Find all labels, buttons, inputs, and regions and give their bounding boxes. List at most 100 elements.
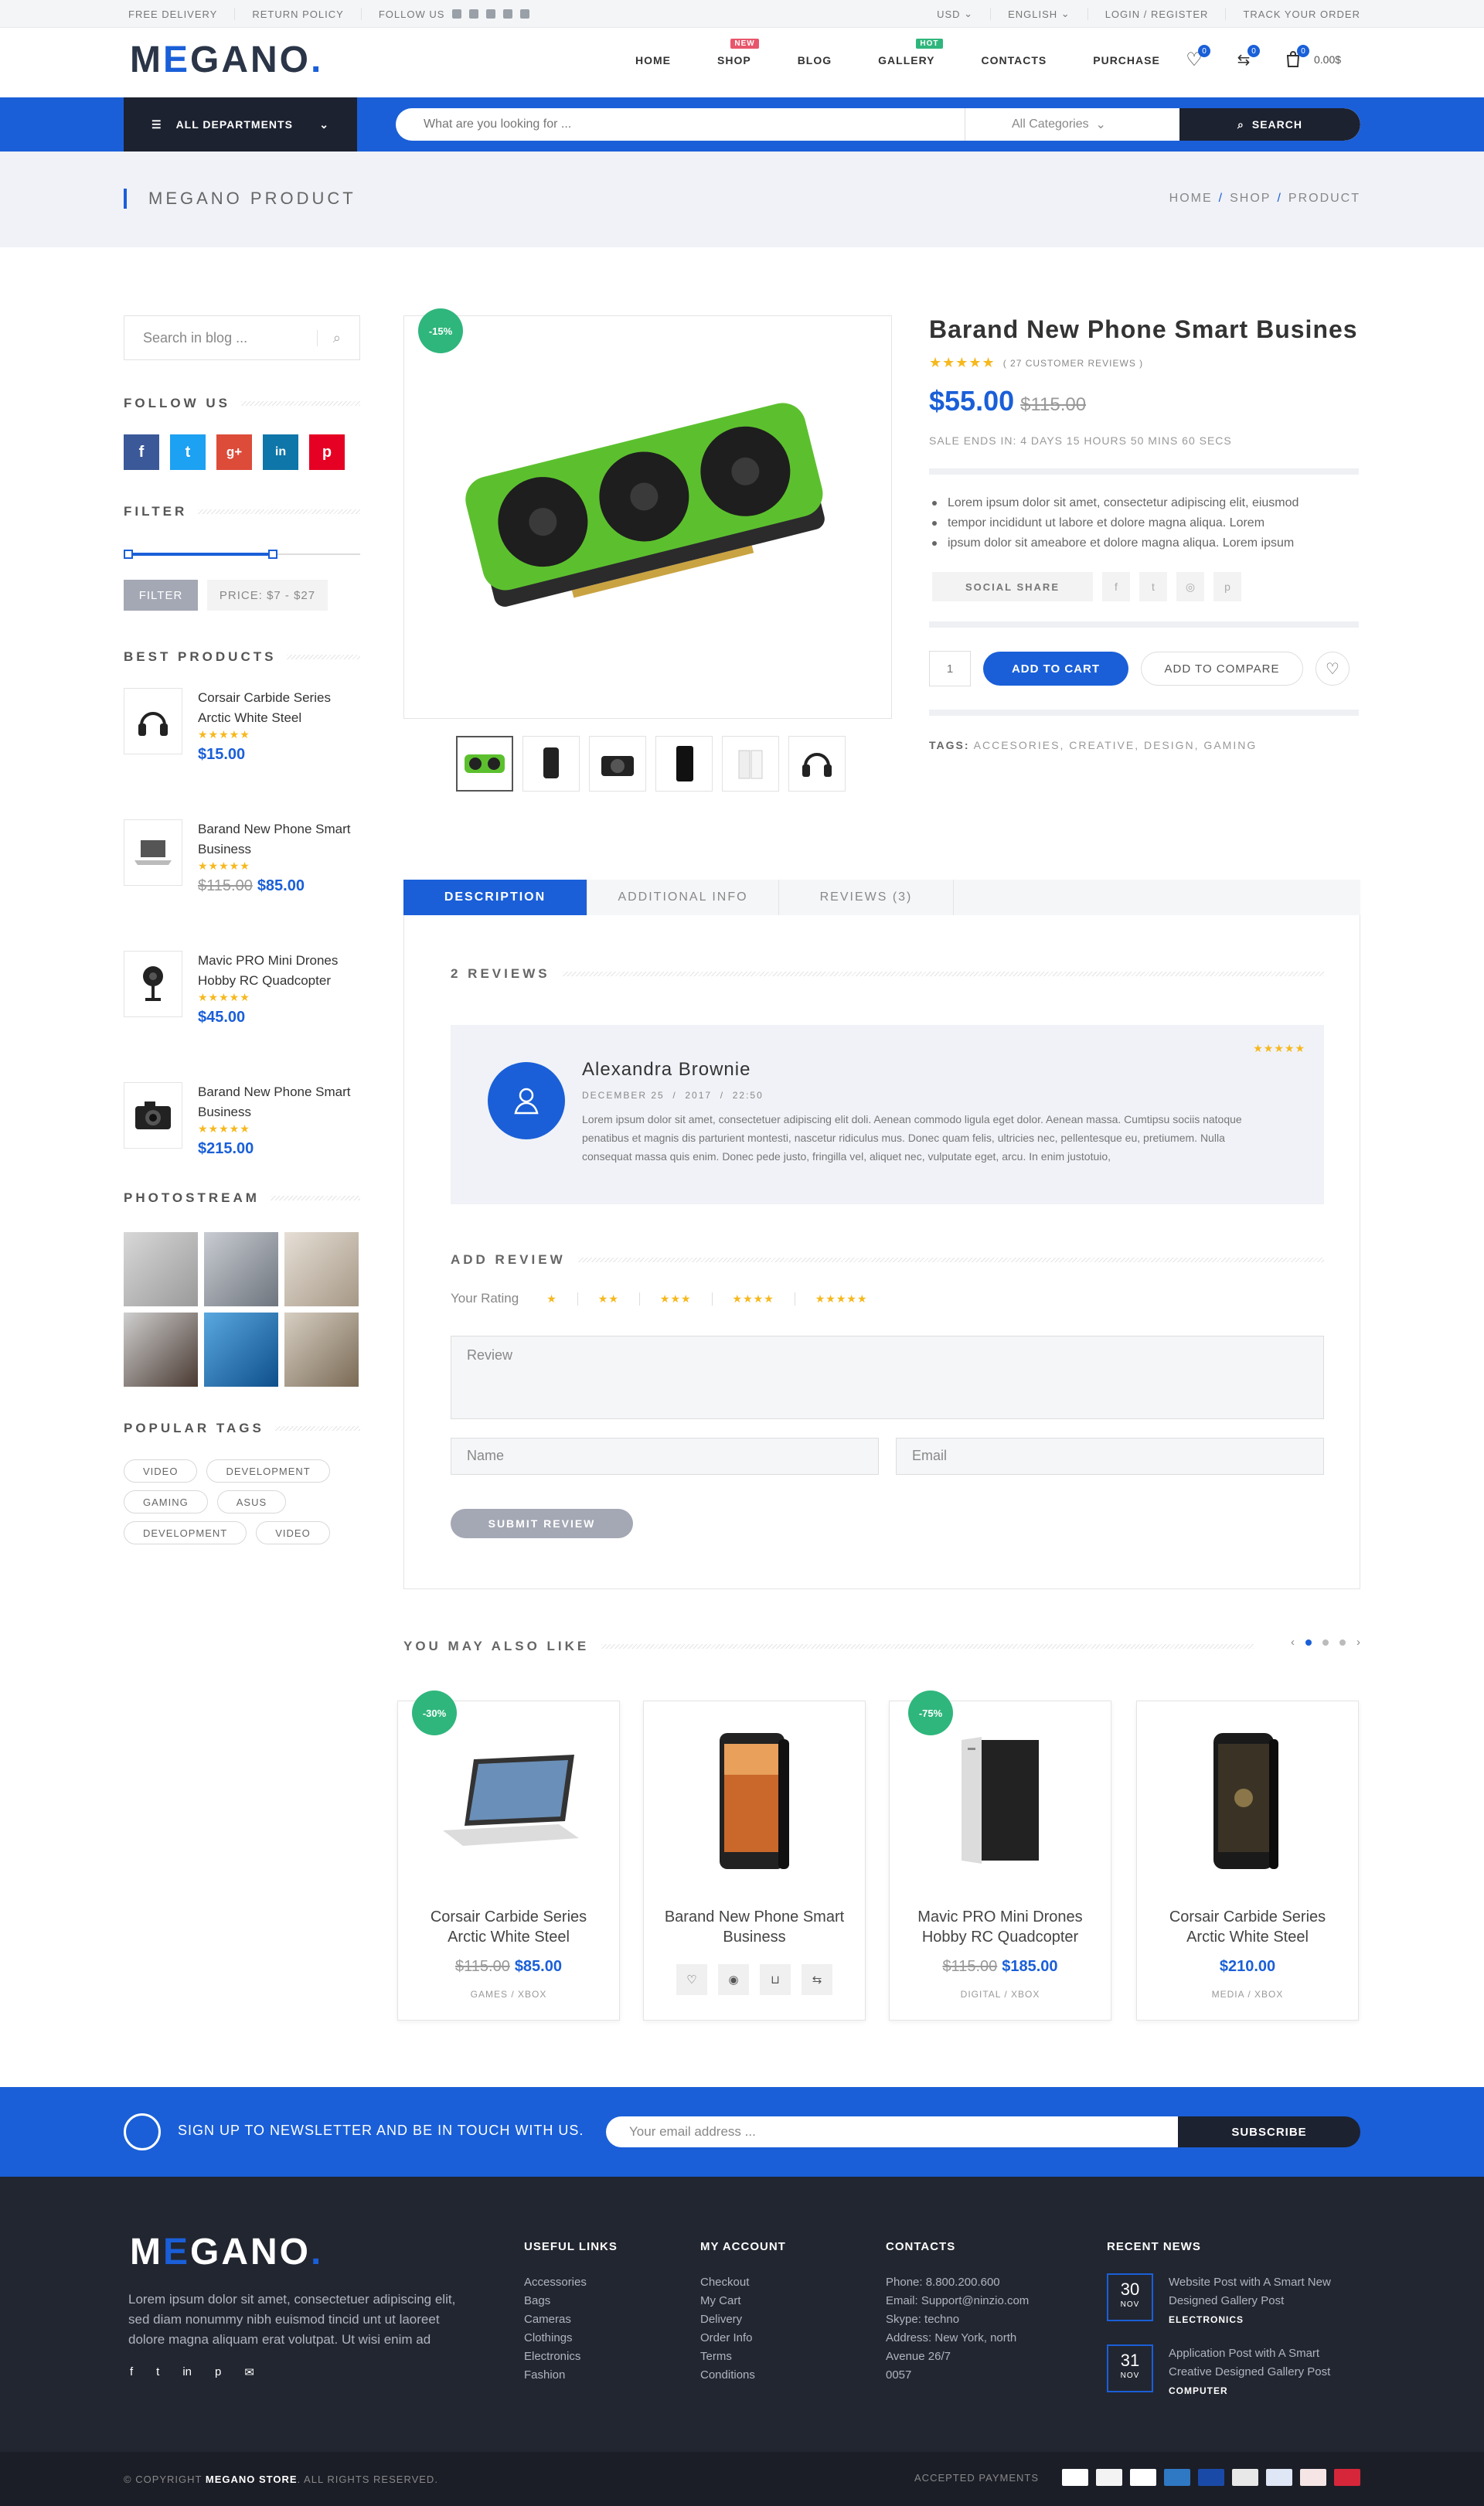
footer-link[interactable]: Terms xyxy=(700,2348,786,2366)
rating-option-3[interactable]: ★★★ xyxy=(640,1292,713,1306)
product-name[interactable]: Corsair Carbide Series Arctic White Stee… xyxy=(398,1907,619,1947)
product-image[interactable] xyxy=(644,1725,865,1879)
footer-link[interactable]: Clothings xyxy=(524,2329,618,2348)
nav-blog[interactable]: Blog xyxy=(798,54,832,66)
nav-contacts[interactable]: Contacts xyxy=(982,54,1047,66)
carousel-dot[interactable] xyxy=(1305,1639,1312,1646)
review-count-link[interactable]: ( 27 Customer Reviews ) xyxy=(1003,358,1143,369)
footer-logo[interactable]: MEGANO. xyxy=(130,2231,323,2273)
product-category[interactable]: Games / Xbox xyxy=(398,1989,619,2000)
tag-link[interactable]: Video xyxy=(256,1521,330,1544)
tags-value[interactable]: Accesories, Creative, Design, Gaming xyxy=(974,739,1258,751)
product-main-image[interactable]: -15% xyxy=(403,308,892,719)
list-item[interactable]: Mavic PRO Mini Drones Hobby RC Quadcopte… xyxy=(124,951,360,1026)
linkedin-icon[interactable]: in xyxy=(182,2365,192,2379)
photo-thumb[interactable] xyxy=(204,1313,278,1387)
slider-handle-max[interactable] xyxy=(268,550,277,559)
footer-link[interactable]: Bags xyxy=(524,2292,618,2310)
facebook-icon[interactable]: f xyxy=(1102,572,1130,601)
tag-link[interactable]: Video xyxy=(124,1459,198,1483)
add-to-cart-button[interactable]: Add to Cart xyxy=(983,652,1128,686)
footer-link[interactable]: Checkout xyxy=(700,2273,786,2292)
tag-link[interactable]: Development xyxy=(124,1521,247,1544)
list-item[interactable]: Corsair Carbide Series Arctic White Stee… xyxy=(124,688,360,763)
tab-description[interactable]: Description xyxy=(403,880,587,915)
footer-link[interactable]: Order Info xyxy=(700,2329,786,2348)
news-item[interactable]: 30 Nov Website Post with A Smart New Desi… xyxy=(1107,2273,1354,2329)
rating-option-1[interactable]: ★ xyxy=(526,1292,578,1306)
breadcrumb-shop[interactable]: Shop xyxy=(1230,192,1271,205)
search-input[interactable] xyxy=(396,108,965,141)
mail-icon[interactable]: ✉ xyxy=(244,2365,254,2379)
facebook-icon[interactable]: f xyxy=(124,434,159,470)
filter-button[interactable]: Filter xyxy=(124,580,198,611)
product-card[interactable]: -75% Mavic PRO Mini Drones Hobby RC Quad… xyxy=(889,1691,1111,2021)
linkedin-icon[interactable]: in xyxy=(263,434,298,470)
add-to-compare-button[interactable]: Add to Compare xyxy=(1141,652,1303,686)
product-card[interactable]: Barand New Phone Smart Business ♡ ◉ ⊔ ⇆ xyxy=(643,1701,866,2021)
product-card[interactable]: Corsair Carbide Series Arctic White Stee… xyxy=(1136,1701,1359,2021)
review-textarea[interactable]: Review xyxy=(451,1336,1324,1419)
news-category[interactable]: Electronics xyxy=(1169,2310,1354,2329)
linkedin-icon[interactable] xyxy=(486,9,496,19)
twitter-icon[interactable]: t xyxy=(1139,572,1167,601)
twitter-icon[interactable]: t xyxy=(156,2365,159,2379)
name-field[interactable]: Name xyxy=(451,1438,879,1475)
product-name[interactable]: Mavic PRO Mini Drones Hobby RC Quadcopte… xyxy=(198,951,360,991)
pinterest-icon[interactable]: p xyxy=(215,2365,221,2379)
product-thumb[interactable] xyxy=(124,819,182,886)
compare-icon[interactable]: ⇆ xyxy=(802,1964,832,1995)
product-name[interactable]: Barand New Phone Smart Business xyxy=(198,1082,360,1122)
thumbnail[interactable] xyxy=(589,736,646,792)
twitter-icon[interactable] xyxy=(469,9,479,19)
wishlist-heart-icon[interactable]: ♡ xyxy=(1316,652,1350,686)
footer-link[interactable]: Fashion xyxy=(524,2366,618,2385)
pinterest-icon[interactable]: p xyxy=(1213,572,1241,601)
nav-shop[interactable]: Shop New xyxy=(717,39,759,66)
product-name[interactable]: Mavic PRO Mini Drones Hobby RC Quadcopte… xyxy=(890,1907,1111,1947)
subscribe-button[interactable]: Subscribe xyxy=(1178,2116,1360,2147)
thumbnail[interactable] xyxy=(655,736,713,792)
price-slider[interactable] xyxy=(124,550,360,559)
footer-link[interactable]: Accessories xyxy=(524,2273,618,2292)
news-item[interactable]: 31 Nov Application Post with A Smart Crea… xyxy=(1107,2344,1354,2400)
product-name[interactable]: Barand New Phone Smart Business xyxy=(198,819,360,860)
tag-link[interactable]: Asus xyxy=(216,1490,287,1513)
carousel-dot[interactable] xyxy=(1339,1639,1346,1646)
news-category[interactable]: Computer xyxy=(1169,2382,1354,2400)
facebook-icon[interactable]: f xyxy=(130,2365,133,2379)
thumbnail[interactable] xyxy=(722,736,779,792)
chevron-left-icon[interactable]: ‹ xyxy=(1291,1636,1295,1649)
chevron-right-icon[interactable]: › xyxy=(1356,1636,1360,1649)
footer-link[interactable]: Cameras xyxy=(524,2310,618,2329)
free-delivery-link[interactable]: Free Delivery xyxy=(128,8,236,20)
product-thumb[interactable] xyxy=(124,951,182,1017)
logo[interactable]: MEGANO. xyxy=(130,39,323,81)
product-thumb[interactable] xyxy=(124,688,182,754)
eye-icon[interactable]: ◉ xyxy=(718,1964,749,1995)
search-button[interactable]: ⌕ Search xyxy=(1179,108,1360,141)
product-thumb[interactable] xyxy=(124,1082,182,1149)
twitter-icon[interactable]: t xyxy=(170,434,206,470)
instagram-icon[interactable]: ◎ xyxy=(1176,572,1204,601)
rating-option-2[interactable]: ★★ xyxy=(578,1292,640,1306)
pinterest-icon[interactable] xyxy=(503,9,513,19)
photo-thumb[interactable] xyxy=(204,1232,278,1306)
news-title[interactable]: Application Post with A Smart Creative D… xyxy=(1169,2344,1354,2382)
bag-icon[interactable]: ⊔ xyxy=(760,1964,791,1995)
login-register-link[interactable]: Login / Register xyxy=(1088,8,1227,20)
newsletter-email-input[interactable]: Your email address ... xyxy=(606,2116,1178,2147)
footer-link[interactable]: My Cart xyxy=(700,2292,786,2310)
product-image[interactable] xyxy=(890,1725,1111,1879)
breadcrumb-home[interactable]: Home xyxy=(1169,192,1213,205)
rating-option-5[interactable]: ★★★★★ xyxy=(795,1292,888,1306)
tag-link[interactable]: Gaming xyxy=(124,1490,208,1513)
email-field[interactable]: Email xyxy=(896,1438,1324,1475)
slider-handle-min[interactable] xyxy=(124,550,133,559)
cart-button[interactable]: 0 xyxy=(1281,45,1309,70)
photo-thumb[interactable] xyxy=(124,1313,198,1387)
product-name[interactable]: Corsair Carbide Series Arctic White Stee… xyxy=(1137,1907,1358,1947)
thumbnail[interactable] xyxy=(788,736,846,792)
compare-button[interactable]: ⇆ 0 xyxy=(1232,45,1260,70)
product-category[interactable]: Digital / Xbox xyxy=(890,1989,1111,2000)
